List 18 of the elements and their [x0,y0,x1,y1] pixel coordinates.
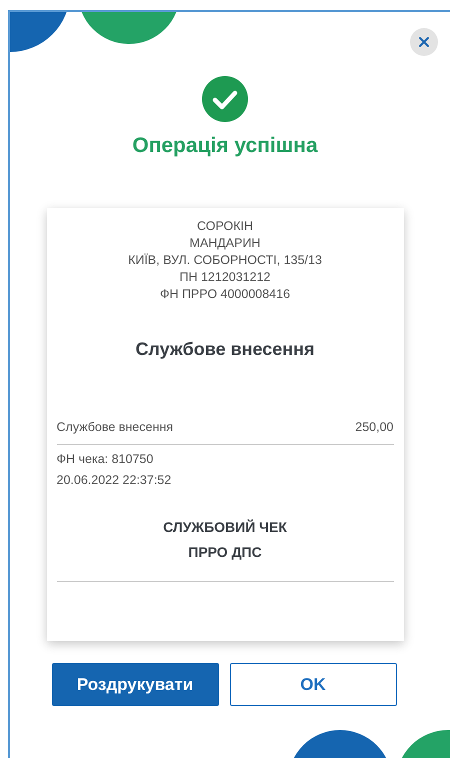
receipt-header-line: ПН 1212031212 [179,269,270,286]
success-title: Операція успішна [132,134,318,158]
receipt-header-line: ФН ПРРО 4000008416 [160,286,290,303]
receipt-footer-line: ПРРО ДПС [188,543,262,562]
ok-button[interactable]: OK [230,663,396,706]
item-amount: 250,00 [355,420,394,434]
receipt-title: Службове внесення [134,339,316,360]
receipt-header-line: КИЇВ, ВУЛ. СОБОРНОСТІ, 135/13 [128,252,322,269]
receipt-header-line: МАНДАРИН [190,235,260,252]
receipt-header-line: СОРОКІН [196,218,254,235]
check-circle-icon [202,76,248,122]
receipt-info-line: ФН чека: 810750 [56,451,154,468]
close-icon [418,36,430,48]
print-button[interactable]: Роздрукувати [52,663,218,706]
item-name: Службове внесення [56,420,174,434]
close-button[interactable] [410,28,438,56]
receipt-footer-line: СЛУЖБОВИЙ ЧЕК [163,518,287,537]
receipt-info-line: 20.06.2022 22:37:52 [56,472,172,489]
